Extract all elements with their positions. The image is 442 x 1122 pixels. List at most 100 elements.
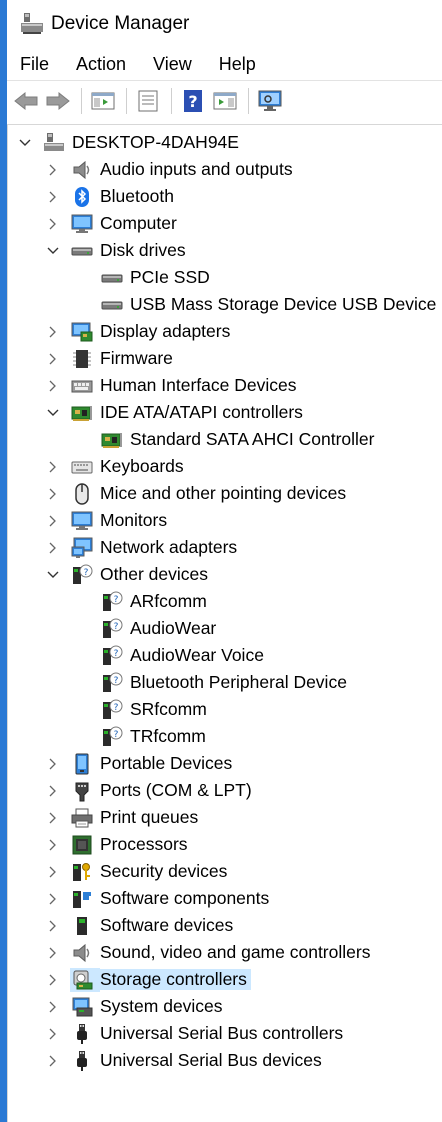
chevron-right-icon[interactable] (44, 1025, 62, 1043)
chevron-right-icon[interactable] (44, 458, 62, 476)
tree-category-display-adapters[interactable]: Display adapters (44, 318, 230, 345)
tree-category-software-devices[interactable]: Software devices (44, 912, 233, 939)
chevron-right-icon[interactable] (44, 485, 62, 503)
scan-hardware-icon (258, 90, 282, 111)
chevron-right-icon[interactable] (44, 512, 62, 530)
tree-category-print-queues[interactable]: Print queues (44, 804, 198, 831)
menu-help[interactable]: Help (206, 54, 270, 75)
back-button[interactable] (11, 86, 41, 116)
tree-device-usb-mass-storage-device-usb-device[interactable]: USB Mass Storage Device USB Device (100, 291, 436, 318)
action-pane-button[interactable] (210, 86, 240, 116)
tree-root[interactable]: DESKTOP-4DAH94E (16, 129, 239, 156)
back-icon (14, 91, 38, 111)
chevron-right-icon[interactable] (44, 809, 62, 827)
chevron-right-icon[interactable] (44, 944, 62, 962)
tree-category-audio-inputs-and-outputs[interactable]: Audio inputs and outputs (44, 156, 293, 183)
scan-hardware-button[interactable] (255, 86, 285, 116)
chevron-right-icon[interactable] (44, 539, 62, 557)
tree-device-trfcomm[interactable]: ? TRfcomm (100, 723, 206, 750)
tree-category-label: Software components (100, 888, 270, 908)
help-icon: ? (184, 90, 202, 112)
tree-category-human-interface-devices[interactable]: Human Interface Devices (44, 372, 296, 399)
tree-category-keyboards[interactable]: Keyboards (44, 453, 184, 480)
tree-category-network-adapters[interactable]: Network adapters (44, 534, 237, 561)
tree-device-pcie-ssd[interactable]: PCIe SSD (100, 264, 210, 291)
unknown-device-icon: ? (100, 698, 124, 722)
svg-text:?: ? (188, 92, 197, 111)
chevron-right-icon[interactable] (44, 890, 62, 908)
tree-category-security-devices[interactable]: Security devices (44, 858, 227, 885)
menu-bar: File Action View Help (7, 48, 442, 80)
network-icon (70, 536, 94, 560)
tree-category-software-components[interactable]: Software components (44, 885, 269, 912)
tree-category-monitors[interactable]: Monitors (44, 507, 167, 534)
device-tree: DESKTOP-4DAH94E Audio inputs and outputs… (7, 124, 442, 1122)
menu-file[interactable]: File (7, 54, 63, 75)
tree-category-universal-serial-bus-devices[interactable]: Universal Serial Bus devices (44, 1047, 322, 1074)
chevron-right-icon[interactable] (44, 188, 62, 206)
chevron-right-icon[interactable] (44, 323, 62, 341)
tree-category-system-devices[interactable]: System devices (44, 993, 223, 1020)
show-hide-console-tree-button[interactable] (88, 86, 118, 116)
tree-category-computer[interactable]: Computer (44, 210, 177, 237)
tree-device-bluetooth-peripheral-device[interactable]: ? Bluetooth Peripheral Device (100, 669, 347, 696)
menu-action[interactable]: Action (63, 54, 140, 75)
chevron-right-icon[interactable] (44, 863, 62, 881)
portable-device-icon (70, 752, 94, 776)
tree-device-standard-sata-ahci-controller[interactable]: Standard SATA AHCI Controller (100, 426, 374, 453)
tree-category-label: Universal Serial Bus controllers (100, 1023, 344, 1043)
chevron-right-icon[interactable] (44, 161, 62, 179)
monitor-icon (70, 509, 94, 533)
tree-category-universal-serial-bus-controllers[interactable]: Universal Serial Bus controllers (44, 1020, 343, 1047)
tree-category-label: Universal Serial Bus devices (100, 1050, 322, 1070)
tree-device-audiowear[interactable]: ? AudioWear (100, 615, 216, 642)
chevron-right-icon[interactable] (44, 215, 62, 233)
controller-card-icon (70, 401, 94, 425)
tree-category-mice-and-other-pointing-devices[interactable]: Mice and other pointing devices (44, 480, 346, 507)
tree-category-storage-controllers[interactable]: Storage controllers (44, 966, 251, 993)
tree-device-label: PCIe SSD (130, 267, 210, 287)
chevron-right-icon[interactable] (44, 1052, 62, 1070)
chevron-down-icon[interactable] (44, 566, 62, 584)
chevron-right-icon[interactable] (44, 782, 62, 800)
chevron-right-icon[interactable] (44, 755, 62, 773)
tree-category-bluetooth[interactable]: Bluetooth (44, 183, 174, 210)
tree-category-ports-com-lpt[interactable]: Ports (COM & LPT) (44, 777, 252, 804)
tree-category-other-devices[interactable]: ? Other devices (44, 561, 208, 588)
forward-button[interactable] (43, 86, 73, 116)
unknown-device-icon: ? (100, 671, 124, 695)
tree-category-label: Security devices (100, 861, 228, 881)
tree-device-label: ARfcomm (130, 591, 207, 611)
chevron-right-icon[interactable] (44, 971, 62, 989)
chevron-down-icon[interactable] (44, 404, 62, 422)
help-button[interactable]: ? (178, 86, 208, 116)
chevron-right-icon[interactable] (44, 917, 62, 935)
tree-category-firmware[interactable]: Firmware (44, 345, 173, 372)
bluetooth-icon (70, 185, 94, 209)
tree-category-processors[interactable]: Processors (44, 831, 188, 858)
tree-device-audiowear-voice[interactable]: ? AudioWear Voice (100, 642, 264, 669)
chevron-right-icon[interactable] (44, 836, 62, 854)
tree-category-label: Human Interface Devices (100, 375, 297, 395)
tree-category-label: Sound, video and game controllers (100, 942, 371, 962)
software-device-icon (70, 914, 94, 938)
tree-device-label: USB Mass Storage Device USB Device (130, 294, 437, 314)
chevron-right-icon[interactable] (44, 350, 62, 368)
tree-category-label: Disk drives (100, 240, 186, 260)
tree-category-label: Storage controllers (97, 969, 251, 990)
tree-category-disk-drives[interactable]: Disk drives (44, 237, 186, 264)
title-bar: Device Manager (7, 0, 442, 48)
tree-category-sound-video-and-game-controllers[interactable]: Sound, video and game controllers (44, 939, 370, 966)
chevron-right-icon[interactable] (44, 377, 62, 395)
chevron-down-icon[interactable] (44, 242, 62, 260)
chevron-right-icon[interactable] (44, 998, 62, 1016)
tree-device-arfcomm[interactable]: ? ARfcomm (100, 588, 207, 615)
tree-category-portable-devices[interactable]: Portable Devices (44, 750, 232, 777)
tree-category-label: Ports (COM & LPT) (100, 780, 252, 800)
properties-button[interactable] (133, 86, 163, 116)
drive-icon (100, 293, 124, 317)
menu-view[interactable]: View (140, 54, 206, 75)
chevron-down-icon[interactable] (16, 134, 34, 152)
tree-device-srfcomm[interactable]: ? SRfcomm (100, 696, 207, 723)
tree-category-ide-ata-atapi-controllers[interactable]: IDE ATA/ATAPI controllers (44, 399, 303, 426)
